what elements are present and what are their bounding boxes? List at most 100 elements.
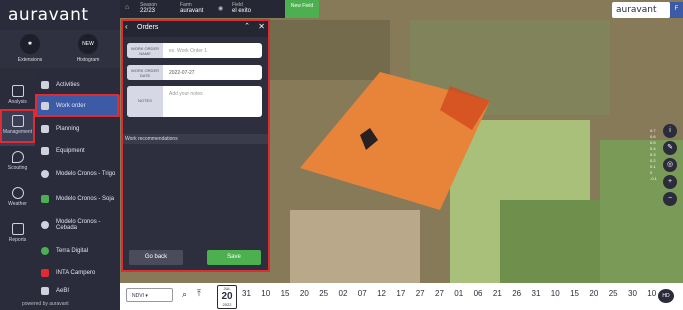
rail-item-weather[interactable]: Weather <box>0 182 35 218</box>
submenu-label: Modelo Cronos - Soja <box>56 196 115 202</box>
submenu-label: Terra Digital <box>56 248 89 254</box>
eye-icon[interactable]: ◉ <box>218 5 223 12</box>
cronos-icon <box>41 221 49 229</box>
cloud-icon <box>11 187 24 199</box>
timeline-day[interactable]: 27 <box>416 289 425 298</box>
timeline-day[interactable]: 31 <box>532 289 541 298</box>
submenu-label: Modelo Cronos - Cebada <box>56 219 101 231</box>
submenu-item-cronos-cebada[interactable]: Modelo Cronos - Cebada <box>35 213 120 237</box>
map-tools: i ✎ ◎ + − <box>663 124 677 209</box>
aebi-icon <box>41 286 49 295</box>
puzzle-icon: ✱ <box>20 34 40 54</box>
rail-item-scouting[interactable]: Scouting <box>0 146 35 182</box>
submenu-item-cronos-trigo[interactable]: Modelo Cronos - Trigo <box>35 162 120 186</box>
timeline-day[interactable]: 20 <box>300 289 309 298</box>
pin-icon <box>11 151 24 163</box>
histogram-button[interactable]: NEW Histogram <box>62 34 114 63</box>
rail-item-reports[interactable]: Reports <box>0 218 35 254</box>
compass-icon[interactable]: ◎ <box>663 158 677 172</box>
work-order-highlight <box>35 94 119 117</box>
inta-icon <box>41 269 49 277</box>
hd-toggle[interactable]: HD <box>658 289 674 303</box>
timeline-day[interactable]: 10 <box>551 289 560 298</box>
quick-actions: ✱ Extensions NEW Histogram <box>0 30 120 68</box>
brand-header: auravant <box>0 0 120 30</box>
cronos-icon <box>41 195 49 203</box>
context-bar: ⌂ Season 22/23 Farm auravant ◉ Field el exi… <box>120 0 285 18</box>
timeline-day[interactable]: 25 <box>319 289 328 298</box>
timeline-day[interactable]: 15 <box>281 289 290 298</box>
submenu-label: INTA Campero <box>56 270 96 276</box>
submenu-item-cronos-soja[interactable]: Modelo Cronos - Soja <box>35 187 120 211</box>
app-root: ⌂ Season 22/23 Farm auravant ◉ Field el exi… <box>0 0 683 310</box>
farm-selector[interactable]: Farm auravant <box>180 2 203 14</box>
upload-icon[interactable]: ⤒ <box>197 288 201 299</box>
season-value: 22/23 <box>140 8 156 14</box>
field-value: el exito <box>232 8 252 14</box>
timeline-day[interactable]: 26 <box>512 289 521 298</box>
rail-label: Weather <box>8 201 27 207</box>
planning-icon <box>41 125 49 133</box>
date-year: 2022 <box>222 302 232 307</box>
powered-by: powered by auravant <box>0 297 120 310</box>
extensions-label: Extensions <box>17 57 43 63</box>
timeline-day[interactable]: 25 <box>609 289 618 298</box>
rail-label: Scouting <box>7 165 28 171</box>
home-icon[interactable]: ⌂ <box>125 4 129 11</box>
farm-value: auravant <box>180 8 204 14</box>
submenu-label: Activities <box>56 82 80 88</box>
timeline-day[interactable]: 27 <box>435 289 444 298</box>
submenu-label: Planning <box>56 126 80 132</box>
timeline-day[interactable]: 02 <box>339 289 348 298</box>
search-icon[interactable]: ⌕ <box>182 289 187 300</box>
terra-digital-icon <box>41 247 49 255</box>
rail-label: Reports <box>8 237 27 243</box>
extensions-button[interactable]: ✱ Extensions <box>4 34 56 63</box>
timeline-day[interactable]: 06 <box>474 289 483 298</box>
pencil-icon[interactable]: ✎ <box>663 141 677 155</box>
timeline-day[interactable]: 21 <box>493 289 502 298</box>
layer-value: NDVI <box>132 293 144 299</box>
activities-icon <box>41 81 49 89</box>
info-icon[interactable]: i <box>663 124 677 138</box>
new-field-button[interactable]: New Field <box>285 0 319 18</box>
rail-label: Analysis <box>8 99 27 105</box>
timeline-day[interactable]: 10 <box>647 289 656 298</box>
new-badge: NEW <box>78 34 98 54</box>
submenu-item-activities[interactable]: Activities <box>35 74 120 96</box>
document-icon <box>11 223 24 235</box>
field-selector[interactable]: Field el exito <box>232 2 251 14</box>
auravant-logo: auravant <box>612 2 670 18</box>
timeline-day[interactable]: 17 <box>396 289 405 298</box>
management-highlight <box>0 109 35 143</box>
zoom-out-icon[interactable]: − <box>663 192 677 206</box>
timeline-day[interactable]: 07 <box>358 289 367 298</box>
submenu-item-aebi[interactable]: AeBI <box>35 284 120 297</box>
date-day: 20 <box>221 291 233 302</box>
zoom-in-icon[interactable]: + <box>663 175 677 189</box>
timeline-day[interactable]: 20 <box>589 289 598 298</box>
current-date[interactable]: JUL 20 2022 <box>217 285 237 309</box>
layer-select[interactable]: NDVI ▾ <box>126 288 173 302</box>
avatar[interactable]: F <box>670 2 683 18</box>
timeline-bar: NDVI ▾ ⌕ ⤒ JUL 20 2022 31 10 15 20 25 02 07 12 1… <box>120 283 683 310</box>
histogram-label: Histogram <box>76 57 100 63</box>
tractor-icon <box>41 147 49 155</box>
timeline-day[interactable]: 10 <box>261 289 270 298</box>
submenu-item-inta-campero[interactable]: INTA Campero <box>35 262 120 284</box>
submenu-label: Modelo Cronos - Trigo <box>56 171 116 177</box>
timeline-day[interactable]: 12 <box>377 289 386 298</box>
timeline-day[interactable]: 31 <box>242 289 251 298</box>
submenu-item-equipment[interactable]: Equipment <box>35 140 120 162</box>
timeline-day[interactable]: 15 <box>570 289 579 298</box>
submenu-label: AeBI <box>56 287 70 294</box>
season-selector[interactable]: Season 22/23 <box>140 2 157 14</box>
orders-highlight <box>121 19 270 272</box>
timeline-day[interactable]: 01 <box>454 289 463 298</box>
legend-value: -0.1 <box>650 176 657 181</box>
brand-logo: auravant <box>8 5 89 25</box>
submenu-label: Equipment <box>56 148 85 154</box>
submenu-item-planning[interactable]: Planning <box>35 118 120 140</box>
submenu-item-terra-digital[interactable]: Terra Digital <box>35 240 120 262</box>
timeline-day[interactable]: 30 <box>628 289 637 298</box>
